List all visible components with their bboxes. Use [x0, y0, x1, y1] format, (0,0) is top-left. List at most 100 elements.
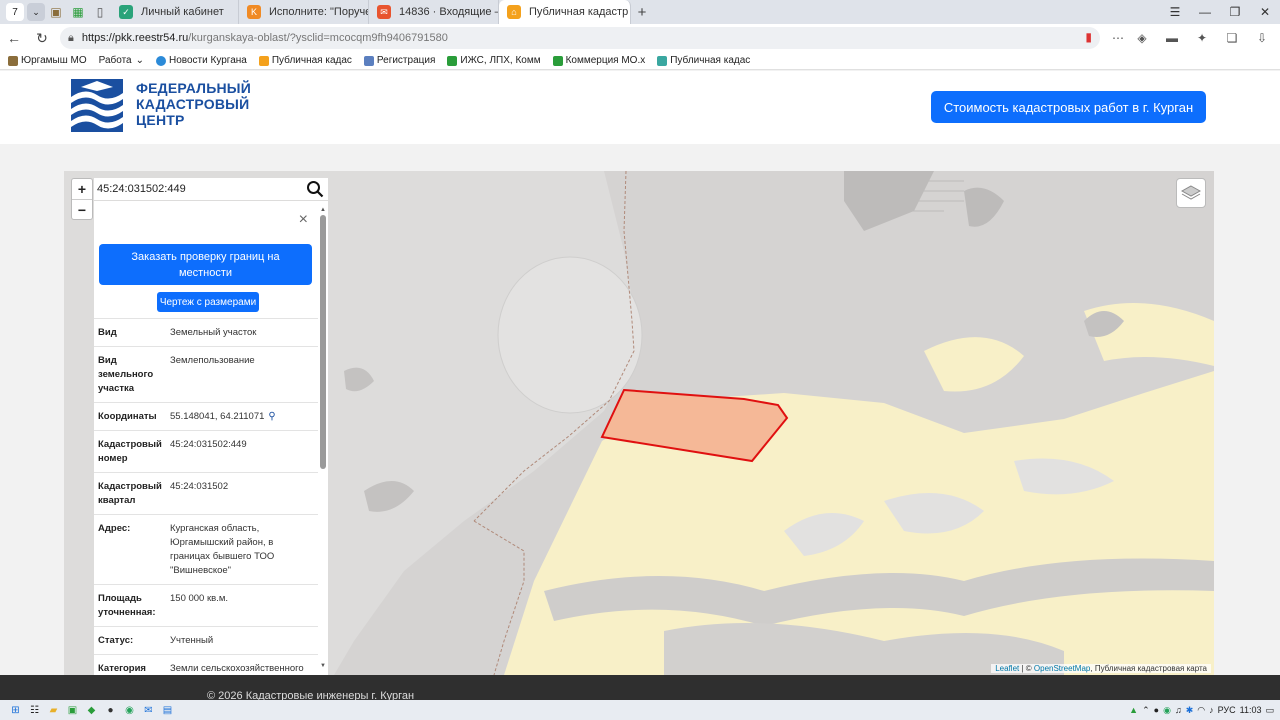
- puzzle-icon[interactable]: ✦: [1192, 28, 1212, 48]
- new-tab-icon[interactable]: +: [631, 4, 653, 21]
- volume-icon[interactable]: ♪: [1209, 705, 1214, 715]
- property-row: Координаты 55.148041, 64.211071 ⚲: [94, 402, 318, 430]
- notifications-icon[interactable]: ▭: [1265, 705, 1274, 716]
- grid-icon: ▦: [72, 5, 84, 19]
- window-controls: ☰ — ❐ ✕: [1160, 0, 1280, 24]
- pinned-tab-3[interactable]: ▯: [89, 0, 111, 24]
- bookmark-item[interactable]: Публичная кадас: [258, 55, 352, 66]
- whatsapp-icon[interactable]: ◉: [120, 702, 139, 718]
- close-icon[interactable]: ×: [299, 211, 308, 229]
- cabinet-favicon-icon: ✓: [119, 5, 133, 19]
- collections-icon[interactable]: ❏: [1222, 28, 1242, 48]
- scroll-down-icon[interactable]: ▼: [320, 663, 326, 669]
- keyboard-language[interactable]: РУС: [1218, 705, 1236, 715]
- panel-scrollbar[interactable]: ▲ ▼: [320, 207, 326, 671]
- task-view-icon[interactable]: ☷: [25, 702, 44, 718]
- headset-icon[interactable]: ♫: [1175, 705, 1182, 715]
- reload-icon[interactable]: ↻: [28, 30, 56, 47]
- zoom-in-button[interactable]: +: [72, 179, 92, 199]
- app-icon[interactable]: ▣: [63, 702, 82, 718]
- logo-icon[interactable]: [71, 79, 123, 132]
- cadastral-icon: [258, 55, 269, 66]
- bookmark-item[interactable]: Публичная кадас: [657, 55, 750, 66]
- grid-icon: [447, 55, 458, 66]
- bookmark-item[interactable]: Коммерция МО.x: [552, 55, 645, 66]
- bluetooth-icon[interactable]: ✱: [1186, 705, 1194, 716]
- chevron-up-icon[interactable]: ⌃: [1142, 705, 1150, 716]
- os-taskbar: ⊞ ☷ ▰ ▣ ◆ ● ◉ ✉ ▤ ▲ ⌃ ● ◉ ♫ ✱ ◠ ♪ РУС 11…: [0, 700, 1280, 720]
- tab-executor[interactable]: K Исполните: "Поручение: (: [239, 0, 369, 24]
- property-row: Площадь уточненная: 150 000 кв.м.: [94, 584, 318, 626]
- tab-mail[interactable]: ✉ 14836 · Входящие — Янде: [369, 0, 499, 24]
- bookmark-item[interactable]: Новости Кургана: [156, 55, 247, 66]
- search-icon[interactable]: [306, 180, 324, 198]
- url-field[interactable]: 🔒︎ https://pkk.reestr54.ru/kurganskaya-o…: [60, 27, 1100, 49]
- order-boundary-check-button[interactable]: Заказать проверку границ на местности: [99, 244, 312, 285]
- property-row: Вид Земельный участок: [94, 318, 318, 346]
- site-header: ФЕДЕРАЛЬНЫЙ КАДАСТРОВЫЙ ЦЕНТР Стоимость …: [0, 71, 1280, 144]
- network-icon[interactable]: ▲: [1129, 705, 1138, 715]
- downloads-icon[interactable]: ⇩: [1252, 28, 1272, 48]
- cadastral-cost-button[interactable]: Стоимость кадастровых работ в г. Курган: [931, 91, 1206, 123]
- tab-list-dropdown-icon[interactable]: ⌄: [27, 3, 45, 21]
- document-icon: ▯: [96, 5, 104, 19]
- url-host: https://pkk.reestr54.ru: [81, 32, 189, 44]
- tab-personal-cabinet[interactable]: ✓ Личный кабинет: [111, 0, 239, 24]
- bookmark-icon[interactable]: ▮: [1085, 30, 1092, 44]
- pinned-tab-2[interactable]: ▦: [67, 0, 89, 24]
- bookmark-item[interactable]: Юргамыш МО: [8, 55, 87, 66]
- extension-icon[interactable]: ◈: [1132, 28, 1152, 48]
- parcel-info-panel: × Заказать проверку границ на местности …: [94, 201, 328, 675]
- browser-toolbar: ⋯ ◈ ▬ ✦ ❏ ⇩: [1108, 28, 1272, 48]
- property-row: Статус: Учтенный: [94, 626, 318, 654]
- restore-icon[interactable]: ❐: [1220, 5, 1250, 19]
- cadastral-search-input[interactable]: [97, 183, 297, 195]
- bookmark-folder[interactable]: Работа ⌄: [99, 55, 144, 66]
- pinned-tab-1[interactable]: ▣: [45, 0, 67, 24]
- zoom-control: + −: [71, 178, 93, 220]
- back-icon[interactable]: ←: [0, 30, 28, 46]
- logo-text[interactable]: ФЕДЕРАЛЬНЫЙ КАДАСТРОВЫЙ ЦЕНТР: [136, 80, 276, 128]
- clock[interactable]: 11:03: [1240, 705, 1262, 715]
- bookmark-item[interactable]: ИЖС, ЛПХ, Комм: [447, 55, 541, 66]
- cadastral-favicon-icon: ⌂: [507, 5, 521, 19]
- mail-icon[interactable]: ✉: [139, 702, 158, 718]
- whatsapp-tray-icon[interactable]: ◉: [1163, 705, 1171, 716]
- osm-link[interactable]: OpenStreetMap: [1034, 664, 1090, 673]
- list-icon: [363, 55, 374, 66]
- parcel-properties: Вид Земельный участок Вид земельного уча…: [94, 318, 318, 675]
- bookmark-item[interactable]: Регистрация: [363, 55, 435, 66]
- cadastral-map[interactable]: + − Leaflet | © OpenStreetMap, Публичная…: [64, 171, 1214, 675]
- site-footer: © 2026 Кадастровые инженеры г. Курган: [0, 675, 1280, 702]
- property-row: Вид земельного участка Землепользование: [94, 346, 318, 402]
- yandex-icon[interactable]: ●: [1154, 705, 1159, 715]
- tab-title: Личный кабинет: [141, 6, 224, 18]
- menu-icon[interactable]: ☰: [1160, 5, 1190, 19]
- map-icon: [657, 55, 668, 66]
- tab-cadastral-map[interactable]: ⌂ Публичная кадастр ✕: [499, 0, 631, 24]
- tab-title: 14836 · Входящие — Янде: [399, 6, 498, 18]
- reader-icon[interactable]: ▬: [1162, 28, 1182, 48]
- minimize-icon[interactable]: —: [1190, 5, 1220, 19]
- scrollbar-thumb[interactable]: [320, 215, 326, 469]
- chevron-down-icon: ⌄: [135, 55, 145, 66]
- zoom-out-button[interactable]: −: [72, 199, 92, 219]
- layers-icon[interactable]: [1176, 178, 1206, 208]
- close-window-icon[interactable]: ✕: [1250, 5, 1280, 19]
- wifi-icon[interactable]: ◠: [1197, 705, 1205, 716]
- leaflet-link[interactable]: Leaflet: [995, 664, 1019, 673]
- property-row: Кадастровый квартал 45:24:031502: [94, 472, 318, 514]
- start-icon[interactable]: ⊞: [6, 702, 25, 718]
- shield-icon[interactable]: ◆: [82, 702, 101, 718]
- more-icon[interactable]: ⋯: [1108, 28, 1128, 48]
- yandex-browser-icon[interactable]: ●: [101, 702, 120, 718]
- explorer-icon[interactable]: ▰: [44, 702, 63, 718]
- coordinates-value: 55.148041, 64.211071: [170, 411, 265, 422]
- document-icon[interactable]: ▤: [158, 702, 177, 718]
- property-row: Кадастровый номер 45:24:031502:449: [94, 430, 318, 472]
- tab-counter[interactable]: 7: [6, 3, 24, 21]
- location-pin-icon[interactable]: ⚲: [268, 410, 275, 424]
- mail-favicon-icon: ✉: [377, 5, 391, 19]
- scroll-up-icon[interactable]: ▲: [320, 207, 326, 213]
- drawing-with-dimensions-button[interactable]: Чертеж с размерами: [157, 292, 259, 312]
